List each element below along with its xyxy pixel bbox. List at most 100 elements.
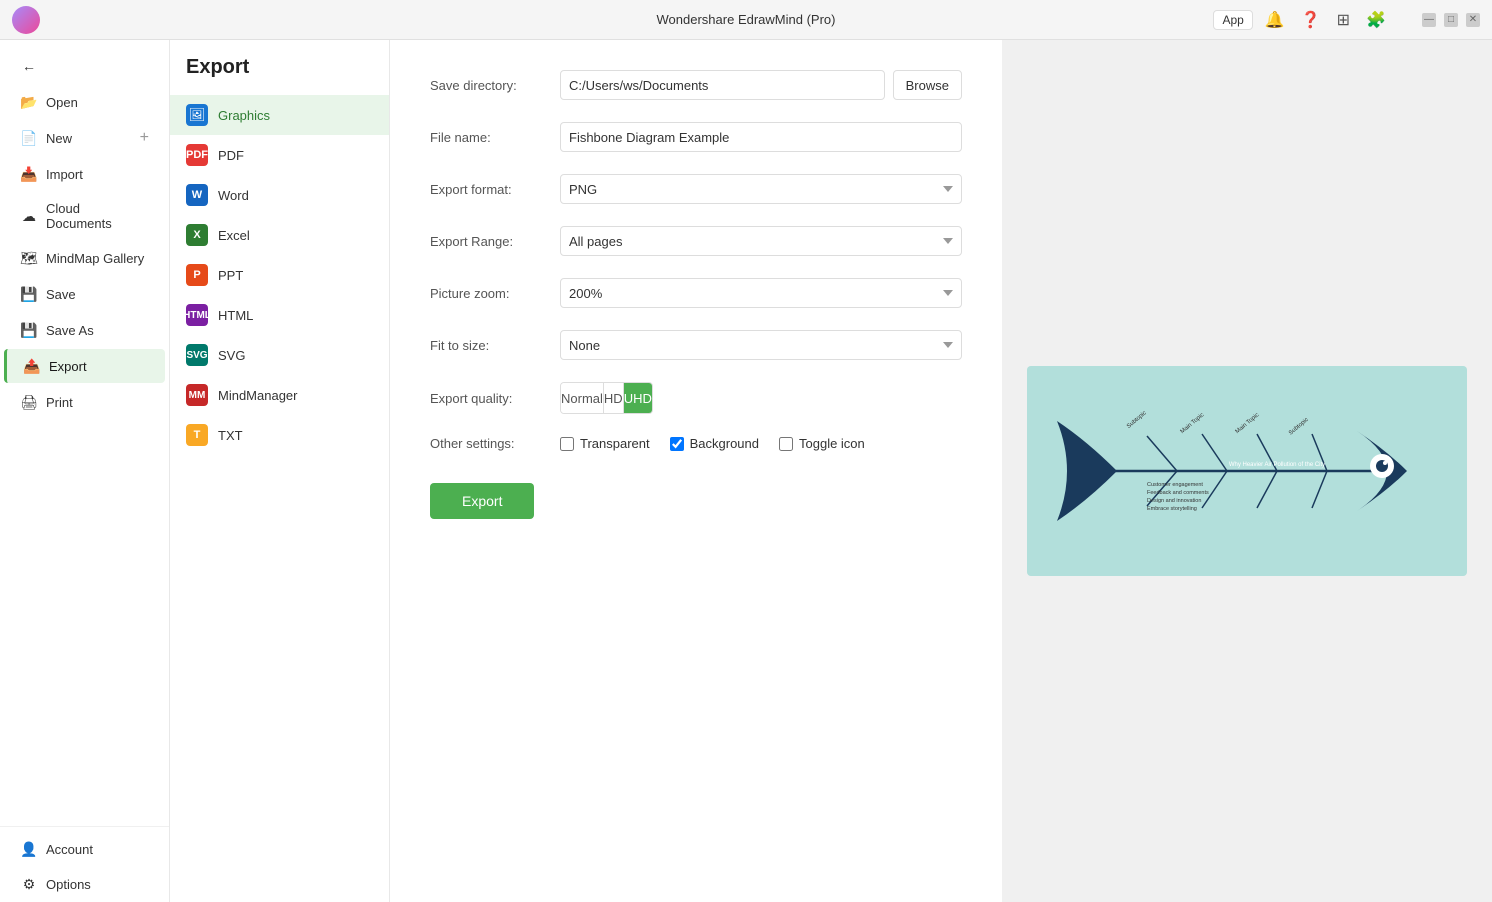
preview-image: Subtopic Main Topic Main Topic Subtopic …: [1027, 366, 1467, 576]
fit-to-size-control: None A4 A3: [560, 330, 962, 360]
sidebar-item-cloud[interactable]: ☁ Cloud Documents: [4, 193, 165, 239]
save-directory-row: Save directory: Browse: [430, 70, 962, 100]
background-label: Background: [690, 436, 759, 451]
maximize-button[interactable]: □: [1444, 13, 1458, 27]
quality-uhd-button[interactable]: UHD: [624, 383, 652, 413]
export-button-row: Export: [430, 473, 962, 519]
export-panel: Export 🖼 Graphics PDF PDF W Word X Excel…: [170, 40, 390, 902]
background-checkbox-label[interactable]: Background: [670, 436, 759, 451]
user-avatar: [12, 6, 40, 34]
transparent-checkbox[interactable]: [560, 437, 574, 451]
picture-zoom-row: Picture zoom: 100% 150% 200% 300%: [430, 278, 962, 308]
sidebar-item-saveas[interactable]: 💾 Save As: [4, 313, 165, 347]
sidebar-item-account[interactable]: 👤 Account: [4, 832, 165, 866]
picture-zoom-label: Picture zoom:: [430, 286, 560, 301]
save-directory-label: Save directory:: [430, 78, 560, 93]
sidebar-options-label: Options: [46, 877, 91, 892]
svg-text:Embrace storytelling: Embrace storytelling: [1147, 506, 1197, 512]
export-range-select[interactable]: All pages Current page: [560, 226, 962, 256]
html-icon: HTML: [186, 304, 208, 326]
sidebar-item-open[interactable]: 📂 Open: [4, 85, 165, 119]
sidebar-back-button[interactable]: ←: [4, 49, 165, 83]
new-plus-icon: +: [140, 129, 149, 147]
sidebar-item-new[interactable]: 📄 New +: [4, 121, 165, 155]
export-menu-mindmanager[interactable]: MM MindManager: [170, 375, 389, 415]
toggle-icon-checkbox-label[interactable]: Toggle icon: [779, 436, 865, 451]
fit-to-size-select[interactable]: None A4 A3: [560, 330, 962, 360]
file-name-control: [560, 122, 962, 152]
app-title: Wondershare EdrawMind (Pro): [657, 12, 836, 27]
open-icon: 📂: [20, 93, 38, 111]
save-icon: 💾: [20, 285, 38, 303]
browse-button[interactable]: Browse: [893, 70, 962, 100]
quality-hd-button[interactable]: HD: [604, 383, 624, 413]
sidebar-bottom: 👤 Account ⚙ Options: [0, 826, 169, 902]
export-format-control: PNG JPG BMP TIFF SVG: [560, 174, 962, 204]
export-format-row: Export format: PNG JPG BMP TIFF SVG: [430, 174, 962, 204]
notification-icon[interactable]: 🔔: [1261, 10, 1289, 30]
export-menu-graphics[interactable]: 🖼 Graphics: [170, 95, 389, 135]
options-icon: ⚙: [20, 875, 38, 893]
sidebar-saveas-label: Save As: [46, 323, 94, 338]
picture-zoom-select[interactable]: 100% 150% 200% 300%: [560, 278, 962, 308]
export-format-label: Export format:: [430, 182, 560, 197]
quality-group: Normal HD UHD: [560, 382, 653, 414]
titlebar: Wondershare EdrawMind (Pro) App 🔔 ❓ ⊞ 🧩 …: [0, 0, 1492, 40]
file-name-input[interactable]: [560, 122, 962, 152]
other-settings-control: Transparent Background Toggle icon: [560, 436, 962, 451]
export-menu-word-label: Word: [218, 188, 249, 203]
sidebar-cloud-label: Cloud Documents: [46, 201, 149, 231]
export-menu-mindmanager-label: MindManager: [218, 388, 298, 403]
sidebar-item-mindmap[interactable]: 🗺 MindMap Gallery: [4, 241, 165, 275]
export-format-select[interactable]: PNG JPG BMP TIFF SVG: [560, 174, 962, 204]
mindmap-icon: 🗺: [20, 249, 38, 267]
graphics-icon: 🖼: [186, 104, 208, 126]
titlebar-controls: App 🔔 ❓ ⊞ 🧩 — □ ✕: [1213, 10, 1480, 30]
svg-text:Why Heavier Air Pollution of t: Why Heavier Air Pollution of the City: [1229, 462, 1325, 468]
export-menu-svg[interactable]: SVG SVG: [170, 335, 389, 375]
export-form: Save directory: Browse File name: Export…: [390, 40, 1002, 902]
toggle-icon-checkbox[interactable]: [779, 437, 793, 451]
background-checkbox[interactable]: [670, 437, 684, 451]
grid-icon[interactable]: ⊞: [1333, 10, 1354, 30]
sidebar-item-save[interactable]: 💾 Save: [4, 277, 165, 311]
export-button[interactable]: Export: [430, 483, 534, 519]
export-quality-control: Normal HD UHD: [560, 382, 962, 414]
checkbox-group: Transparent Background Toggle icon: [560, 436, 865, 451]
preview-panel: Subtopic Main Topic Main Topic Subtopic …: [1002, 40, 1492, 902]
export-range-control: All pages Current page: [560, 226, 962, 256]
save-directory-input[interactable]: [560, 70, 885, 100]
export-menu-excel[interactable]: X Excel: [170, 215, 389, 255]
save-directory-control: Browse: [560, 70, 962, 100]
sidebar-item-print[interactable]: 🖨 Print: [4, 385, 165, 419]
export-menu-excel-label: Excel: [218, 228, 250, 243]
export-area: Export 🖼 Graphics PDF PDF W Word X Excel…: [170, 40, 1492, 902]
app-button[interactable]: App: [1213, 10, 1252, 30]
export-menu-ppt[interactable]: P PPT: [170, 255, 389, 295]
transparent-checkbox-label[interactable]: Transparent: [560, 436, 650, 451]
main-layout: ← 📂 Open 📄 New + 📥 Import ☁ Cloud Docume…: [0, 40, 1492, 902]
sidebar-item-export[interactable]: 📤 Export: [4, 349, 165, 383]
export-menu-txt[interactable]: T TXT: [170, 415, 389, 455]
cloud-icon: ☁: [20, 207, 38, 225]
export-menu-html[interactable]: HTML HTML: [170, 295, 389, 335]
close-button[interactable]: ✕: [1466, 13, 1480, 27]
ppt-icon: P: [186, 264, 208, 286]
export-menu-word[interactable]: W Word: [170, 175, 389, 215]
export-menu-graphics-label: Graphics: [218, 108, 270, 123]
import-icon: 📥: [20, 165, 38, 183]
puzzle-icon[interactable]: 🧩: [1362, 10, 1390, 30]
export-menu-pdf[interactable]: PDF PDF: [170, 135, 389, 175]
minimize-button[interactable]: —: [1422, 13, 1436, 27]
sidebar-open-label: Open: [46, 95, 78, 110]
export-quality-label: Export quality:: [430, 391, 560, 406]
pdf-icon: PDF: [186, 144, 208, 166]
help-icon[interactable]: ❓: [1297, 10, 1325, 30]
sidebar: ← 📂 Open 📄 New + 📥 Import ☁ Cloud Docume…: [0, 40, 170, 902]
sidebar-item-options[interactable]: ⚙ Options: [4, 867, 165, 901]
sidebar-item-import[interactable]: 📥 Import: [4, 157, 165, 191]
export-icon: 📤: [23, 357, 41, 375]
export-range-row: Export Range: All pages Current page: [430, 226, 962, 256]
sidebar-print-label: Print: [46, 395, 73, 410]
quality-normal-button[interactable]: Normal: [561, 383, 604, 413]
